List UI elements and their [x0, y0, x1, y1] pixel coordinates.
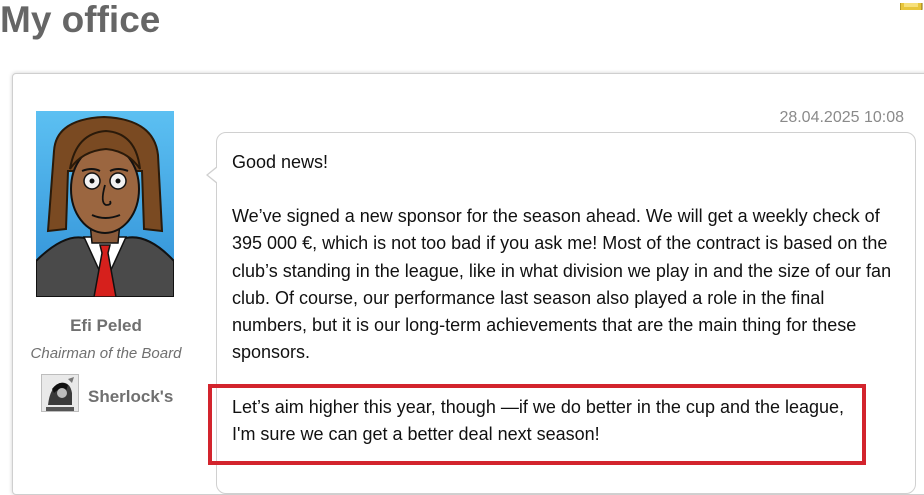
chairman-avatar [36, 111, 174, 297]
sender-role: Chairman of the Board [30, 345, 182, 362]
message-timestamp: 28.04.2025 10:08 [779, 109, 904, 126]
club-logo-icon[interactable] [41, 374, 79, 412]
notification-icon[interactable] [900, 0, 924, 10]
bubble-tail-inner [208, 167, 218, 183]
club-name[interactable]: Sherlock's [88, 387, 173, 407]
sender-name[interactable]: Efi Peled [20, 316, 192, 336]
message-greeting: Good news! [232, 152, 329, 172]
highlight-frame [208, 384, 866, 465]
message-body: We’ve signed a new sponsor for the seaso… [232, 206, 892, 363]
page-title: My office [0, 0, 161, 40]
